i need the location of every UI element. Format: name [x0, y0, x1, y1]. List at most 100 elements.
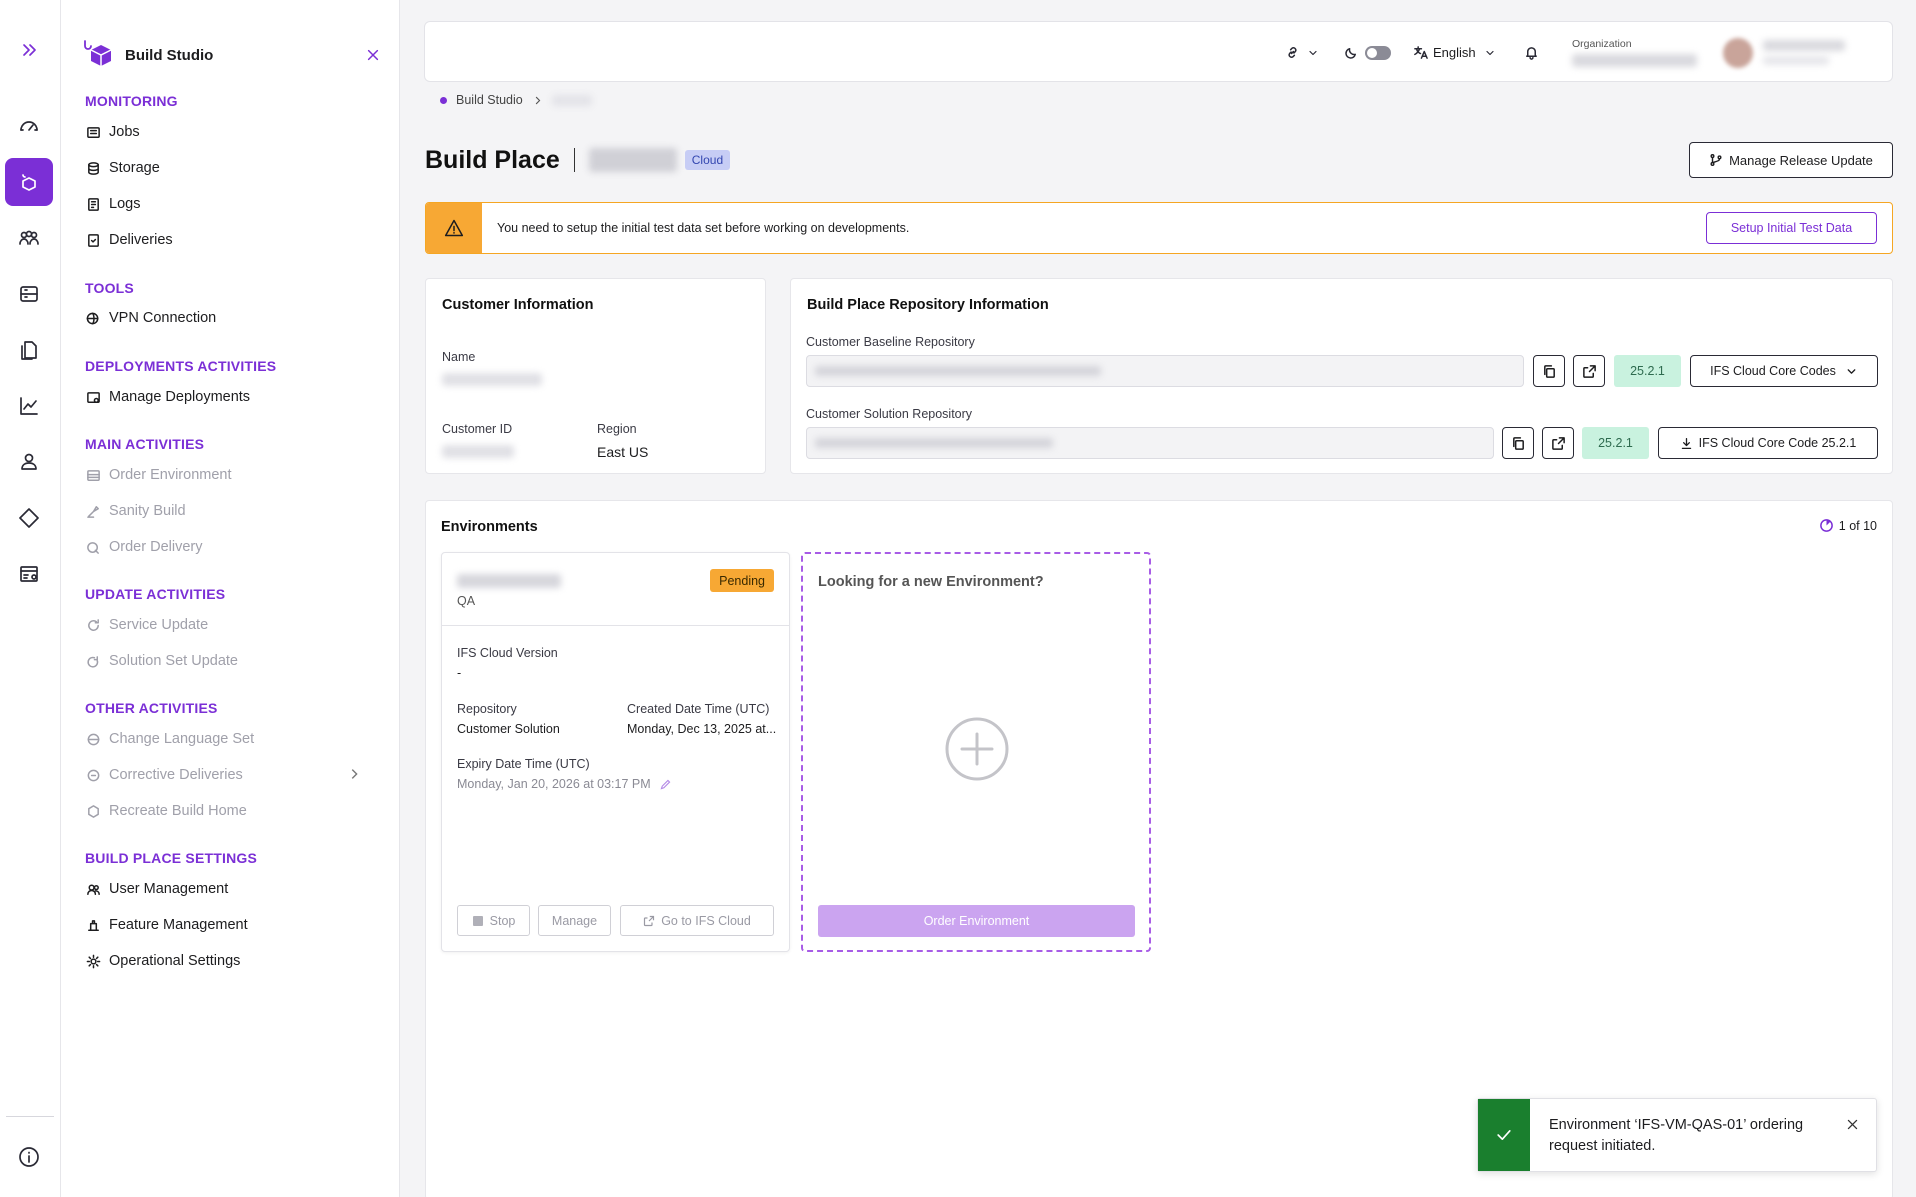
sidebar-item-feature-management[interactable]: Feature Management: [85, 910, 385, 940]
language-select[interactable]: English: [1413, 22, 1496, 83]
close-icon[interactable]: [1842, 1114, 1862, 1134]
section-monitoring: MONITORING: [85, 93, 178, 109]
sidebar-item-deliveries[interactable]: Deliveries: [85, 225, 385, 255]
user-name-redacted: [1763, 40, 1845, 51]
diamond-icon[interactable]: [5, 494, 53, 542]
sidebar-title: Build Studio: [125, 46, 214, 64]
breadcrumb-build-studio[interactable]: Build Studio: [456, 93, 523, 107]
bell-icon: [1526, 47, 1537, 60]
sidebar-item-solution-set-update[interactable]: Solution Set Update: [85, 646, 385, 676]
sidebar-item-manage-deployments[interactable]: Manage Deployments: [85, 382, 385, 412]
sidebar-item-label: Recreate Build Home: [109, 803, 247, 819]
baseline-repository-label: Customer Baseline Repository: [806, 335, 975, 349]
repository-label: Repository: [457, 702, 517, 716]
sidebar-item-corrective-deliveries[interactable]: Corrective Deliveries: [85, 760, 385, 790]
section-update-activities: UPDATE ACTIVITIES: [85, 586, 226, 602]
organization-selector[interactable]: Organization: [1572, 22, 1697, 83]
solution-repository-label: Customer Solution Repository: [806, 407, 973, 421]
sanity-build-icon: [85, 503, 101, 519]
download-ifs-cloud-core-code-button[interactable]: IFS Cloud Core Code 25.2.1: [1658, 427, 1878, 459]
toast-message: Environment ‘IFS-VM-QAS-01’ ordering req…: [1549, 1117, 1804, 1154]
copy-solution-button[interactable]: [1502, 427, 1534, 459]
breadcrumb-dot: [440, 96, 447, 104]
theme-toggle[interactable]: [1344, 22, 1391, 83]
user-menu[interactable]: [1723, 22, 1845, 83]
logs-icon: [85, 196, 101, 212]
setup-initial-test-data-button[interactable]: Setup Initial Test Data: [1706, 212, 1877, 244]
top-bar: English Organization: [424, 21, 1893, 82]
edit-pencil-icon[interactable]: [659, 778, 672, 791]
open-solution-button[interactable]: [1542, 427, 1574, 459]
customer-information-title: Customer Information: [442, 297, 594, 313]
sidebar-item-vpn-connection[interactable]: VPN Connection: [85, 303, 385, 333]
solution-repository-url-field[interactable]: [806, 427, 1494, 459]
build-studio-icon[interactable]: [5, 158, 53, 206]
user-icon[interactable]: [5, 438, 53, 486]
expiry-date-row: Monday, Jan 20, 2026 at 03:17 PM: [457, 777, 672, 791]
language-icon: [85, 731, 101, 747]
ifs-cloud-core-codes-label: IFS Cloud Core Codes: [1710, 364, 1836, 378]
sidebar-item-label: Deliveries: [109, 232, 173, 248]
sidebar-item-change-language-set[interactable]: Change Language Set: [85, 724, 385, 754]
recreate-build-icon: [85, 803, 101, 819]
rail-divider: [6, 1116, 54, 1117]
new-environment-card: Looking for a new Environment? Order Env…: [801, 552, 1151, 952]
manage-release-update-button[interactable]: Manage Release Update: [1689, 142, 1893, 178]
documents-icon[interactable]: [5, 326, 53, 374]
success-toast: Environment ‘IFS-VM-QAS-01’ ordering req…: [1477, 1098, 1877, 1172]
section-other-activities: OTHER ACTIVITIES: [85, 700, 218, 716]
expand-icon[interactable]: [5, 26, 53, 74]
customer-id-label: Customer ID: [442, 422, 513, 436]
sidebar-item-operational-settings[interactable]: Operational Settings: [85, 946, 385, 976]
status-badge: Pending: [710, 569, 774, 592]
gear-icon: [85, 953, 101, 969]
team-icon[interactable]: [5, 214, 53, 262]
sidebar-item-recreate-build-home[interactable]: Recreate Build Home: [85, 796, 385, 826]
settings-list-icon[interactable]: [5, 550, 53, 598]
open-baseline-button[interactable]: [1573, 355, 1605, 387]
sidebar-item-order-delivery[interactable]: Order Delivery: [85, 532, 385, 562]
sidebar-item-label: VPN Connection: [109, 310, 217, 326]
user-role-redacted: [1763, 56, 1829, 65]
environment-card-header: QA Pending: [442, 553, 789, 626]
checkmark-icon: [1478, 1099, 1530, 1171]
sidebar-item-label: Change Language Set: [109, 731, 255, 747]
copy-icon: [1512, 436, 1524, 450]
copy-baseline-button[interactable]: [1533, 355, 1565, 387]
info-icon[interactable]: [5, 1133, 53, 1181]
sidebar-item-service-update[interactable]: Service Update: [85, 610, 385, 640]
sidebar-item-sanity-build[interactable]: Sanity Build: [85, 496, 385, 526]
chevron-down-icon: [1486, 50, 1494, 55]
avatar: [1723, 37, 1753, 68]
environment-name-redacted: [457, 574, 561, 588]
sidebar-item-storage[interactable]: Storage: [85, 153, 385, 183]
baseline-repository-url-field[interactable]: [806, 355, 1524, 387]
ifs-cloud-version-label: IFS Cloud Version: [457, 646, 558, 660]
sidebar-item-label: Storage: [109, 160, 160, 176]
section-build-place-settings: BUILD PLACE SETTINGS: [85, 850, 258, 866]
sidebar-item-order-environment[interactable]: Order Environment: [85, 460, 385, 490]
cloud-badge: Cloud: [684, 150, 731, 170]
link-menu[interactable]: [1285, 22, 1319, 83]
icon-rail: [0, 0, 61, 1197]
sidebar-item-logs[interactable]: Logs: [85, 189, 385, 219]
ifs-cloud-core-codes-dropdown[interactable]: IFS Cloud Core Codes: [1690, 355, 1878, 387]
add-environment-icon[interactable]: [944, 716, 1010, 782]
order-delivery-icon: [85, 539, 101, 555]
notifications-button[interactable]: [1524, 22, 1539, 83]
close-icon[interactable]: [361, 43, 385, 67]
stop-button[interactable]: Stop: [457, 905, 530, 936]
external-link-icon: [644, 915, 655, 926]
manage-button[interactable]: Manage: [538, 905, 611, 936]
organization-label: Organization: [1572, 38, 1632, 50]
sidebar-item-user-management[interactable]: User Management: [85, 874, 385, 904]
expiry-date-value: Monday, Jan 20, 2026 at 03:17 PM: [457, 777, 651, 791]
analytics-icon[interactable]: [5, 382, 53, 430]
sidebar-item-jobs[interactable]: Jobs: [85, 117, 385, 147]
order-environment-button[interactable]: Order Environment: [818, 905, 1135, 937]
servers-icon[interactable]: [5, 270, 53, 318]
go-to-ifs-cloud-button[interactable]: Go to IFS Cloud: [620, 905, 774, 936]
dashboard-gauge-icon[interactable]: [5, 102, 53, 150]
dark-mode-switch[interactable]: [1365, 45, 1391, 60]
sidebar-item-label: Order Delivery: [109, 539, 203, 555]
